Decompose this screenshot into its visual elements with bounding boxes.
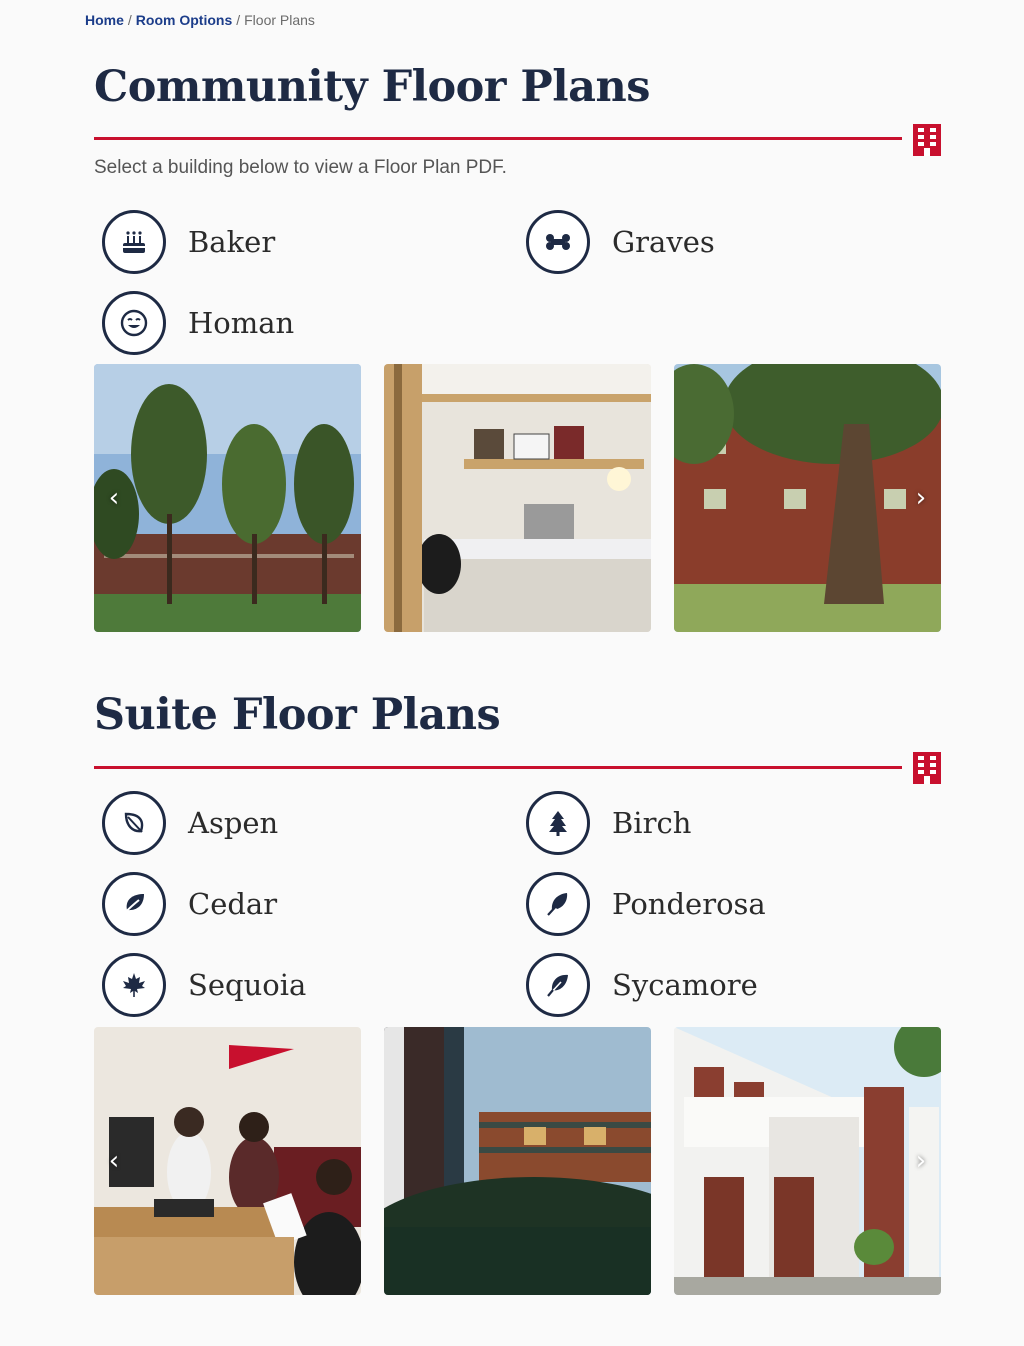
suite-building-dusk-photo [384,1027,651,1295]
building-link-homan[interactable]: Homan [102,291,294,355]
building-link-label: Birch [612,806,692,840]
building-link-baker[interactable]: Baker [102,210,275,274]
carousel-next-button[interactable]: › [909,485,933,511]
intro-text: Select a building below to view a Floor … [94,157,507,178]
brick-dorm-tree-photo [674,364,941,632]
community-section-title: Community Floor Plans [94,62,650,112]
building-link-sequoia[interactable]: Sequoia [102,953,306,1017]
building-link-label: Baker [188,225,276,259]
breadcrumb-home-link[interactable]: Home [85,12,124,28]
breadcrumb-separator: / [236,12,241,28]
building-link-aspen[interactable]: Aspen [102,791,278,855]
birthday-cake-icon [102,210,166,274]
building-icon [913,752,941,784]
carousel-next-button[interactable]: › [909,1148,933,1174]
students-studying-photo [94,1027,361,1295]
leaf-solid-icon [102,872,166,936]
feather-alt-icon [526,953,590,1017]
feather-icon [526,872,590,936]
community-photo-carousel: ‹ › [94,364,942,632]
building-link-ponderosa[interactable]: Ponderosa [526,872,766,936]
section-divider [94,137,902,140]
suite-section-title: Suite Floor Plans [94,690,501,740]
trees-and-dorm-photo [94,364,361,632]
breadcrumb-room-options-link[interactable]: Room Options [136,12,232,28]
building-link-label: Sequoia [188,968,307,1002]
building-link-label: Sycamore [612,968,758,1002]
building-link-label: Homan [188,306,295,340]
section-divider [94,766,902,769]
building-link-label: Aspen [188,806,279,840]
building-link-label: Cedar [188,887,278,921]
building-link-graves[interactable]: Graves [526,210,715,274]
dorm-desk-photo [384,364,651,632]
building-link-label: Graves [612,225,715,259]
leaf-icon [102,791,166,855]
breadcrumb: Home / Room Options / Floor Plans [85,12,315,28]
building-link-label: Ponderosa [612,887,766,921]
bone-icon [526,210,590,274]
building-link-birch[interactable]: Birch [526,791,691,855]
building-link-cedar[interactable]: Cedar [102,872,277,936]
building-link-sycamore[interactable]: Sycamore [526,953,758,1017]
suite-photo-carousel: ‹ › [94,1027,942,1295]
building-icon [913,124,941,156]
breadcrumb-current: Floor Plans [244,12,315,28]
breadcrumb-separator: / [127,12,132,28]
maple-leaf-icon [102,953,166,1017]
smile-icon [102,291,166,355]
carousel-prev-button[interactable]: ‹ [102,1148,126,1174]
carousel-prev-button[interactable]: ‹ [102,485,126,511]
suite-building-white-photo [674,1027,941,1295]
tree-icon [526,791,590,855]
